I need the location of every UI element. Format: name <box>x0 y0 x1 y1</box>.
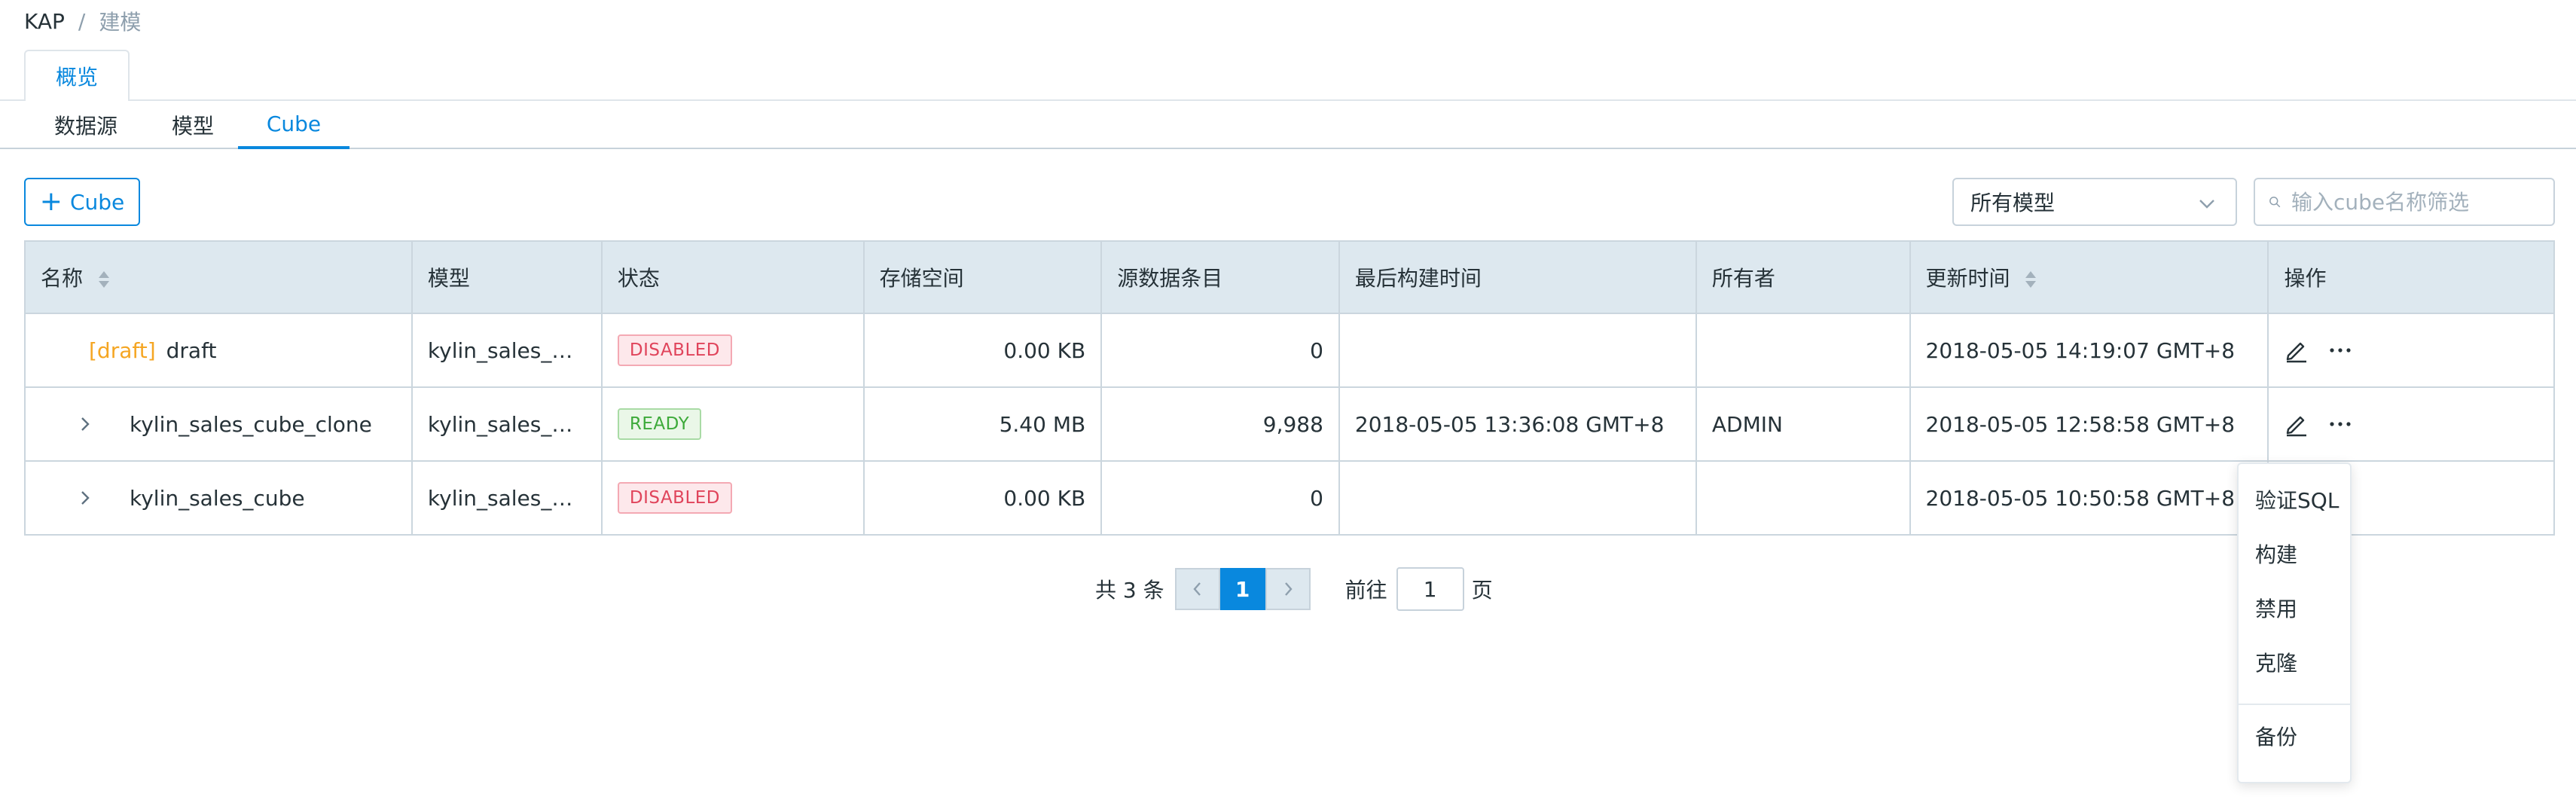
sort-icon[interactable] <box>97 270 111 289</box>
status-badge: READY <box>617 408 702 440</box>
chevron-right-icon[interactable] <box>78 416 93 432</box>
header-status: 状态 <box>600 240 865 314</box>
cell-storage: 0.00 KB <box>862 313 1103 388</box>
action-menu: 验证SQL 构建 禁用 克隆 备份 <box>2237 463 2352 783</box>
breadcrumb-root[interactable]: KAP <box>24 9 65 34</box>
cell-status: DISABLED <box>600 460 865 536</box>
prev-page-button[interactable] <box>1174 568 1220 610</box>
edit-pencil-icon[interactable] <box>2284 337 2309 363</box>
cell-updated: 2018-05-05 14:19:07 GMT+8 <box>1909 313 2269 388</box>
edit-pencil-icon[interactable] <box>2284 411 2309 437</box>
breadcrumb-current: 建模 <box>99 10 142 35</box>
add-cube-label: Cube <box>69 189 125 215</box>
next-page-button[interactable] <box>1265 568 1311 610</box>
table-header-row: 名称 模型 状态 存储空间 源数据条目 最后构建时间 所有者 更新时间 操作 <box>24 240 2555 314</box>
cell-name: kylin_sales_cube_clone <box>24 386 413 462</box>
cube-table: 名称 模型 状态 存储空间 源数据条目 最后构建时间 所有者 更新时间 操作 [… <box>24 240 2555 536</box>
goto-page-input[interactable] <box>1396 567 1464 611</box>
pagination-total: 共 3 条 <box>1095 578 1164 603</box>
cell-actions <box>2267 313 2555 388</box>
header-name[interactable]: 名称 <box>24 240 413 314</box>
more-ellipsis-icon[interactable] <box>2329 420 2352 428</box>
tab-overview[interactable]: 概览 <box>24 50 130 102</box>
cell-status: DISABLED <box>600 313 865 388</box>
cell-actions <box>2267 386 2555 462</box>
cell-last-build <box>1338 460 1697 536</box>
cell-updated: 2018-05-05 12:58:58 GMT+8 <box>1909 386 2269 462</box>
cube-search-input[interactable] <box>2291 189 2540 215</box>
chevron-right-icon[interactable] <box>78 490 93 506</box>
breadcrumb-separator: / <box>78 8 86 34</box>
header-name-label: 名称 <box>41 266 84 291</box>
goto-label: 前往 <box>1344 578 1387 603</box>
menu-item-build[interactable]: 构建 <box>2255 535 2297 572</box>
cell-model: kylin_sales_m... <box>411 313 603 388</box>
cell-last-build: 2018-05-05 13:36:08 GMT+8 <box>1338 386 1697 462</box>
cell-owner <box>1695 460 1911 536</box>
cell-updated: 2018-05-05 10:50:58 GMT+8 <box>1909 460 2269 536</box>
header-updated-label: 更新时间 <box>1925 266 2010 291</box>
table-row: kylin_sales_cube_clone kylin_sales_m... … <box>24 386 2555 462</box>
cell-source-records: 9,988 <box>1100 386 1340 462</box>
table-row: kylin_sales_cube kylin_sales_m... DISABL… <box>24 460 2555 536</box>
tab-cube[interactable]: Cube <box>238 101 349 149</box>
cell-source-records: 0 <box>1100 460 1340 536</box>
search-icon <box>2269 197 2281 208</box>
top-tab-bar: 概览 <box>0 50 2576 102</box>
model-name: kylin_sales_m... <box>427 485 586 511</box>
menu-item-disable[interactable]: 禁用 <box>2255 589 2297 627</box>
cell-model: kylin_sales_m... <box>411 386 603 462</box>
cell-source-records: 0 <box>1100 313 1340 388</box>
model-name: kylin_sales_m... <box>427 411 586 437</box>
cell-name: [draft] draft <box>24 313 413 388</box>
cube-name[interactable]: kylin_sales_cube_clone <box>130 412 372 437</box>
cell-owner <box>1695 313 1911 388</box>
cube-search-box <box>2254 178 2555 226</box>
sort-icon[interactable] <box>2024 270 2037 289</box>
pagination: 共 3 条 1 前往 页 <box>1095 566 1493 612</box>
menu-item-backup[interactable]: 备份 <box>2255 717 2297 755</box>
cell-name: kylin_sales_cube <box>24 460 413 536</box>
cell-storage: 0.00 KB <box>862 460 1103 536</box>
model-filter-select[interactable]: 所有模型 <box>1952 178 2237 226</box>
cell-last-build <box>1338 313 1697 388</box>
header-model: 模型 <box>411 240 603 314</box>
draft-tag: [draft] <box>89 337 156 363</box>
tab-datasource[interactable]: 数据源 <box>24 101 148 149</box>
header-updated[interactable]: 更新时间 <box>1909 240 2269 314</box>
table-row: [draft] draft kylin_sales_m... DISABLED … <box>24 313 2555 388</box>
page-number-current[interactable]: 1 <box>1219 568 1265 610</box>
header-actions: 操作 <box>2267 240 2555 314</box>
menu-item-validate-sql[interactable]: 验证SQL <box>2255 481 2339 518</box>
cell-model: kylin_sales_m... <box>411 460 603 536</box>
page-unit-label: 页 <box>1471 578 1493 603</box>
status-badge: DISABLED <box>617 334 733 366</box>
cube-name[interactable]: draft <box>166 338 217 363</box>
chevron-down-icon <box>2199 200 2214 209</box>
cell-owner: ADMIN <box>1695 386 1911 462</box>
add-cube-button[interactable]: + Cube <box>24 178 140 226</box>
status-badge: DISABLED <box>617 482 733 514</box>
plus-icon: + <box>39 186 63 217</box>
model-name: kylin_sales_m... <box>427 337 586 363</box>
header-owner: 所有者 <box>1695 240 1911 314</box>
header-last-build: 最后构建时间 <box>1338 240 1697 314</box>
more-ellipsis-icon[interactable] <box>2329 346 2352 354</box>
header-storage: 存储空间 <box>862 240 1103 314</box>
sub-tab-bar: 数据源 模型 Cube <box>0 101 2576 149</box>
breadcrumb: KAP / 建模 <box>24 8 141 35</box>
menu-item-clone[interactable]: 克隆 <box>2255 643 2297 681</box>
cell-status: READY <box>600 386 865 462</box>
cube-name[interactable]: kylin_sales_cube <box>130 486 305 511</box>
chevron-left-icon <box>1193 582 1201 596</box>
chevron-right-icon <box>1284 582 1293 596</box>
model-filter-value: 所有模型 <box>1970 191 2056 215</box>
header-source-records: 源数据条目 <box>1100 240 1340 314</box>
menu-divider <box>2239 704 2350 705</box>
tab-model[interactable]: 模型 <box>148 101 238 149</box>
cell-storage: 5.40 MB <box>862 386 1103 462</box>
